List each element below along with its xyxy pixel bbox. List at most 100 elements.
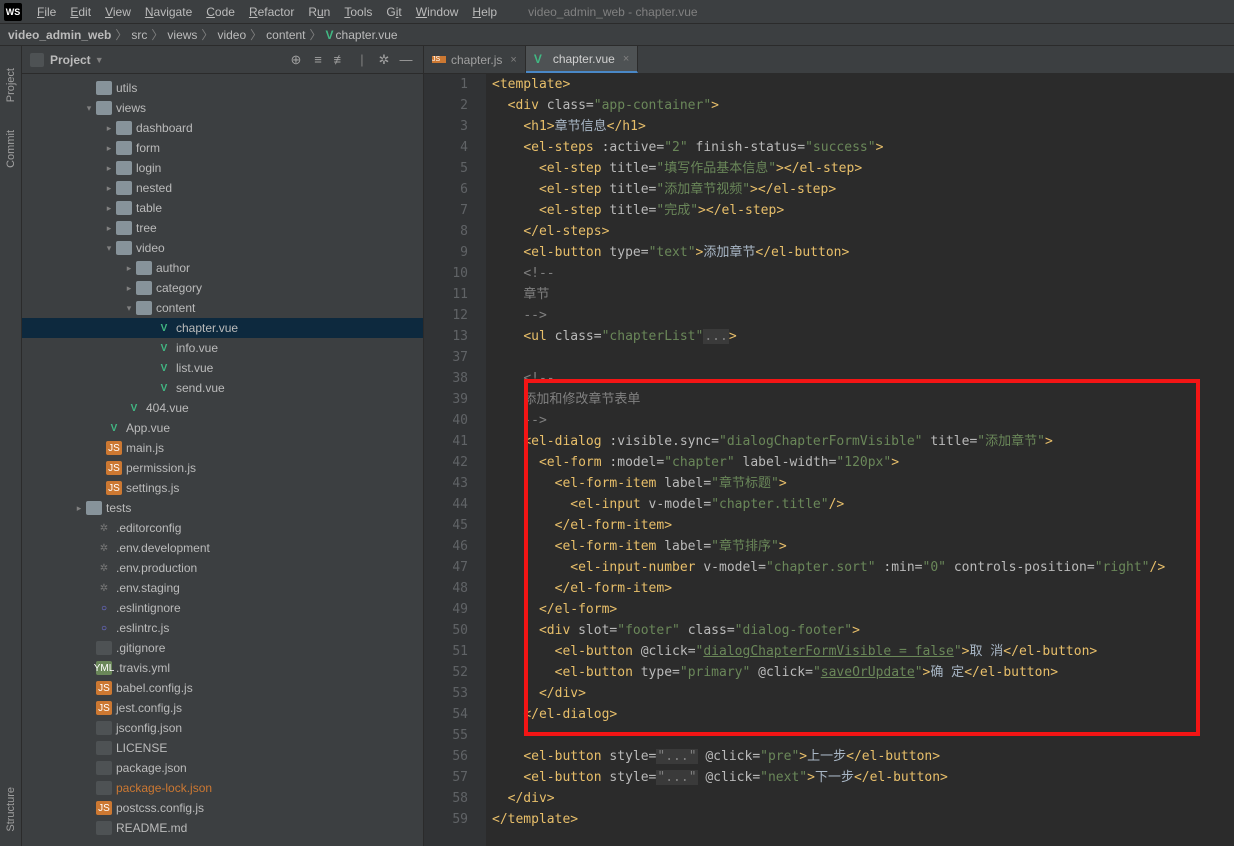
locate-icon[interactable]: ⊕ xyxy=(287,51,305,69)
tree-item[interactable]: Vlist.vue xyxy=(22,358,423,378)
tool-structure-tab[interactable]: Structure xyxy=(5,787,17,832)
menu-edit[interactable]: Edit xyxy=(63,5,98,19)
tree-item[interactable]: Vchapter.vue xyxy=(22,318,423,338)
gear-icon[interactable]: ✲ xyxy=(375,51,393,69)
tree-item[interactable]: ✲.env.development xyxy=(22,538,423,558)
menu-tools[interactable]: Tools xyxy=(337,5,379,19)
tree-arrow-icon[interactable] xyxy=(104,123,114,134)
tree-item[interactable]: .gitignore xyxy=(22,638,423,658)
tree-item[interactable]: author xyxy=(22,258,423,278)
tree-item-label: .env.staging xyxy=(116,581,180,595)
tree-item[interactable]: dashboard xyxy=(22,118,423,138)
tree-item[interactable]: package.json xyxy=(22,758,423,778)
chevron-down-icon[interactable]: ▼ xyxy=(95,55,104,65)
close-icon[interactable]: × xyxy=(623,53,629,65)
tab-chapter-vue[interactable]: V chapter.vue × xyxy=(526,46,638,73)
tree-arrow-icon[interactable] xyxy=(104,143,114,154)
tree-arrow-icon[interactable] xyxy=(104,203,114,214)
tree-item[interactable]: JS main.js xyxy=(22,438,423,458)
menu-view[interactable]: View xyxy=(98,5,138,19)
tree-item[interactable]: ○.eslintignore xyxy=(22,598,423,618)
menu-git[interactable]: Git xyxy=(379,5,408,19)
tree-item[interactable]: tests xyxy=(22,498,423,518)
menu-window[interactable]: Window xyxy=(409,5,466,19)
menu-code[interactable]: Code xyxy=(199,5,242,19)
tool-commit-tab[interactable]: Commit xyxy=(5,130,17,168)
menu-file[interactable]: File xyxy=(30,5,63,19)
breadcrumb-video[interactable]: video xyxy=(217,28,246,42)
js-icon: JS xyxy=(106,441,122,455)
menu-run[interactable]: Run xyxy=(301,5,337,19)
txt-icon xyxy=(96,641,112,655)
folder-icon xyxy=(116,181,132,195)
line-number: 40 xyxy=(424,410,468,431)
tree-arrow-icon[interactable] xyxy=(104,183,114,194)
gear-icon: ✲ xyxy=(96,561,112,575)
tree-item[interactable]: JSpermission.js xyxy=(22,458,423,478)
tool-project-tab[interactable]: Project xyxy=(5,68,17,102)
folder-icon xyxy=(96,81,112,95)
close-icon[interactable]: × xyxy=(510,54,516,66)
menu-refactor[interactable]: Refactor xyxy=(242,5,301,19)
tree-item[interactable]: content xyxy=(22,298,423,318)
tree-item[interactable]: category xyxy=(22,278,423,298)
tree-item[interactable]: JSbabel.config.js xyxy=(22,678,423,698)
tree-item[interactable]: JSpostcss.config.js xyxy=(22,798,423,818)
menu-navigate[interactable]: Navigate xyxy=(138,5,199,19)
project-tree[interactable]: utilsviewsdashboardformloginnestedtablet… xyxy=(22,74,423,846)
breadcrumb-views[interactable]: views xyxy=(167,28,197,42)
tree-arrow-icon[interactable] xyxy=(124,303,134,314)
tree-item-label: jsconfig.json xyxy=(116,721,182,735)
menu-help[interactable]: Help xyxy=(465,5,504,19)
tree-arrow-icon[interactable] xyxy=(74,503,84,514)
tree-arrow-icon[interactable] xyxy=(84,103,94,114)
tab-chapter-js[interactable]: JS chapter.js × xyxy=(424,46,526,73)
folder-icon xyxy=(136,281,152,295)
tree-item[interactable]: LICENSE xyxy=(22,738,423,758)
tree-item[interactable]: package-lock.json xyxy=(22,778,423,798)
expand-all-icon[interactable]: ≡ xyxy=(309,51,327,69)
tree-item[interactable]: tree xyxy=(22,218,423,238)
line-number: 48 xyxy=(424,578,468,599)
tree-arrow-icon[interactable] xyxy=(104,243,114,254)
tree-item[interactable]: video xyxy=(22,238,423,258)
hide-icon[interactable]: — xyxy=(397,51,415,69)
folder-icon xyxy=(116,121,132,135)
tree-item[interactable]: Vinfo.vue xyxy=(22,338,423,358)
breadcrumb-file[interactable]: chapter.vue xyxy=(336,28,398,42)
breadcrumb-project[interactable]: video_admin_web xyxy=(8,28,111,42)
code-editor[interactable]: 1234567891011121337383940414243444546474… xyxy=(424,74,1234,846)
folder-icon xyxy=(116,241,132,255)
tree-item[interactable]: form xyxy=(22,138,423,158)
tree-item[interactable]: Vsend.vue xyxy=(22,378,423,398)
tree-item[interactable]: nested xyxy=(22,178,423,198)
code-content[interactable]: <template> <div class="app-container"> <… xyxy=(486,74,1234,846)
tree-arrow-icon[interactable] xyxy=(124,283,134,294)
tree-arrow-icon[interactable] xyxy=(124,263,134,274)
tree-item[interactable]: JSjest.config.js xyxy=(22,698,423,718)
tree-item[interactable]: ✲.editorconfig xyxy=(22,518,423,538)
tree-item[interactable]: views xyxy=(22,98,423,118)
breadcrumb-src[interactable]: src xyxy=(131,28,147,42)
line-number: 43 xyxy=(424,473,468,494)
tree-item[interactable]: table xyxy=(22,198,423,218)
tree-item[interactable]: jsconfig.json xyxy=(22,718,423,738)
tree-item[interactable]: V404.vue xyxy=(22,398,423,418)
tree-arrow-icon[interactable] xyxy=(104,223,114,234)
tree-item[interactable]: ✲.env.production xyxy=(22,558,423,578)
tree-item[interactable]: ✲.env.staging xyxy=(22,578,423,598)
chevron-right-icon: 〉 xyxy=(201,26,213,43)
tree-item-label: main.js xyxy=(126,441,164,455)
tree-item[interactable]: VApp.vue xyxy=(22,418,423,438)
tree-arrow-icon[interactable] xyxy=(104,163,114,174)
tree-item[interactable]: login xyxy=(22,158,423,178)
tree-item-label: jest.config.js xyxy=(116,701,182,715)
tree-item[interactable]: YML.travis.yml xyxy=(22,658,423,678)
tree-item[interactable]: README.md xyxy=(22,818,423,838)
project-label[interactable]: Project xyxy=(50,53,91,67)
breadcrumb-content[interactable]: content xyxy=(266,28,305,42)
tree-item[interactable]: JSsettings.js xyxy=(22,478,423,498)
tree-item[interactable]: utils xyxy=(22,78,423,98)
collapse-all-icon[interactable]: ≢ xyxy=(331,51,349,69)
tree-item[interactable]: ○.eslintrc.js xyxy=(22,618,423,638)
